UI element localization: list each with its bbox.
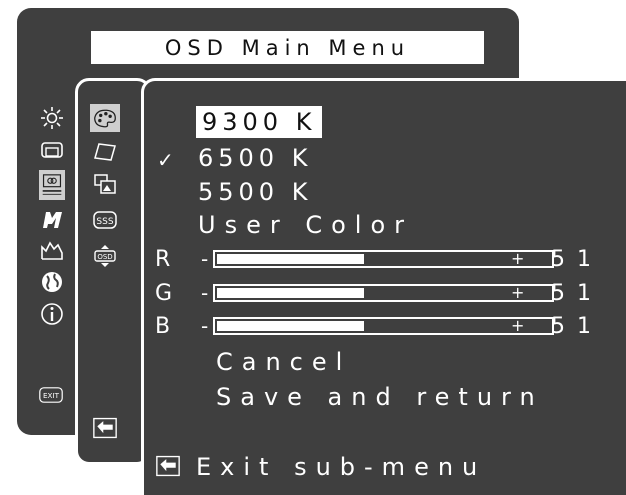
slider-label: R [155, 247, 171, 272]
slider-label: B [155, 314, 171, 339]
slider-value: 51 [551, 247, 603, 272]
color-icon[interactable] [39, 170, 65, 200]
slider-green[interactable]: G - + 51 [155, 281, 615, 307]
svg-text:EXIT: EXIT [43, 391, 60, 400]
slider-red[interactable]: R - + 51 [155, 247, 615, 273]
selected-check-icon: ✓ [157, 148, 174, 172]
slider-fill [217, 288, 364, 298]
option-user-color[interactable]: User Color [198, 213, 413, 237]
increase-icon[interactable]: + [511, 249, 524, 268]
exit-sub-menu-option[interactable]: Exit sub-menu [196, 455, 486, 479]
sss-icon[interactable]: SSS [92, 208, 118, 232]
slider-fill [217, 321, 364, 331]
exit-sub-menu-icon[interactable] [153, 453, 183, 479]
decrease-icon[interactable]: - [201, 281, 208, 305]
decrease-icon[interactable]: - [201, 314, 208, 338]
parallelogram-icon[interactable] [92, 140, 118, 164]
tools-icon[interactable] [39, 207, 65, 231]
cancel-option[interactable]: Cancel [216, 350, 351, 374]
signal-icon[interactable] [39, 238, 65, 262]
language-icon[interactable] [39, 270, 65, 294]
osd-sub-panel [75, 78, 151, 465]
slider-track[interactable] [213, 284, 554, 302]
option-5500k[interactable]: 5500 K [198, 180, 312, 204]
save-and-return-option[interactable]: Save and return [216, 385, 544, 409]
osd-position-icon[interactable]: OSD [92, 244, 118, 268]
back-arrow-icon[interactable] [90, 414, 120, 442]
overlap-windows-icon[interactable] [92, 172, 118, 196]
slider-track[interactable] [213, 250, 554, 268]
osd-title: OSD Main Menu [91, 31, 484, 64]
svg-text:OSD: OSD [97, 253, 112, 261]
color-palette-icon[interactable] [90, 104, 120, 132]
svg-text:SSS: SSS [96, 217, 113, 227]
option-6500k[interactable]: 6500 K [198, 146, 312, 170]
exit-icon[interactable]: EXIT [36, 383, 66, 407]
slider-track[interactable] [213, 317, 554, 335]
position-icon[interactable] [39, 138, 65, 162]
slider-value: 51 [551, 281, 603, 306]
slider-value: 51 [551, 314, 603, 339]
brightness-icon[interactable] [39, 106, 65, 130]
decrease-icon[interactable]: - [201, 247, 208, 271]
slider-blue[interactable]: B - + 51 [155, 314, 615, 340]
increase-icon[interactable]: + [511, 316, 524, 335]
info-icon[interactable] [39, 302, 65, 326]
slider-fill [217, 254, 364, 264]
increase-icon[interactable]: + [511, 283, 524, 302]
option-9300k[interactable]: 9300 K [196, 106, 323, 138]
slider-label: G [155, 281, 173, 306]
